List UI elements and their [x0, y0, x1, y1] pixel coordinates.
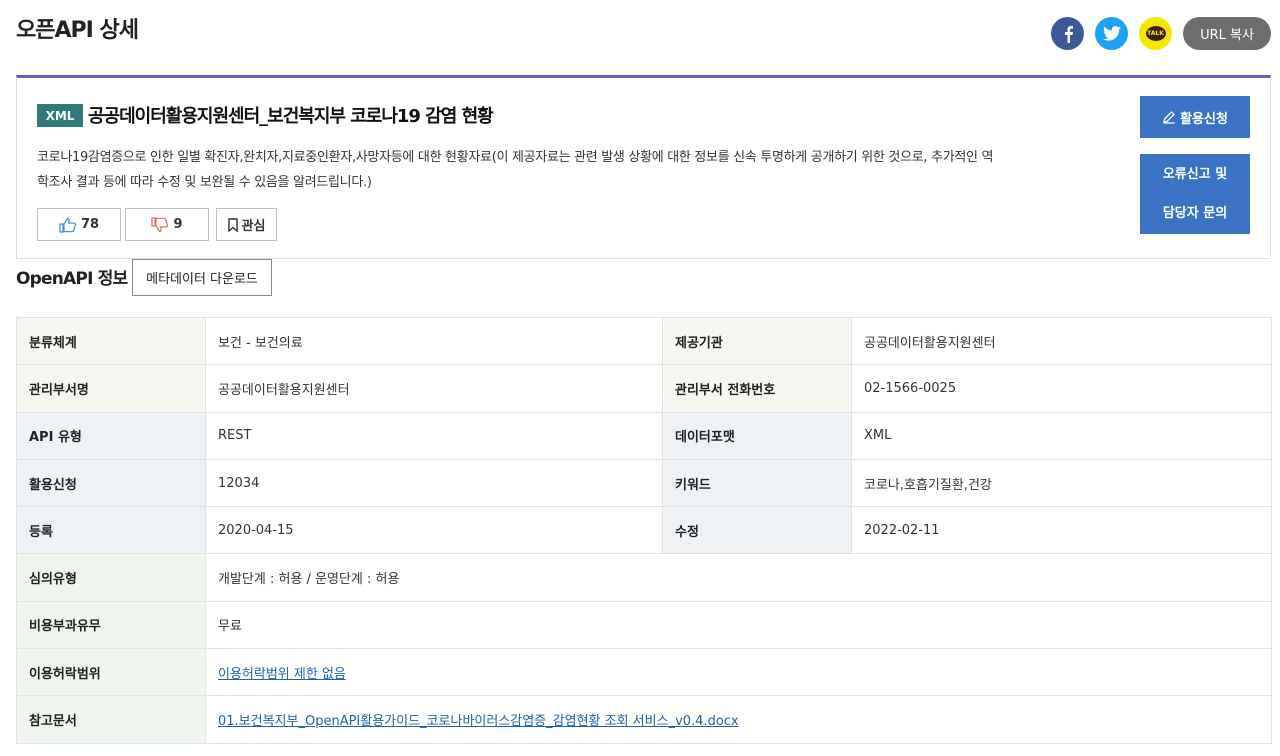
report-label-line1: 오류신고 및: [1162, 167, 1228, 182]
modified-value: 2022-02-11: [851, 506, 1272, 555]
keywords-label: 키워드: [662, 458, 852, 508]
phone-label: 관리부서 전화번호: [662, 364, 852, 413]
table-row: 등록 2020-04-15 수정 2022-02-11: [16, 506, 1272, 555]
thumbs-up-icon: [59, 217, 77, 233]
favorite-button[interactable]: 관심: [216, 208, 277, 241]
favorite-label: 관심: [241, 219, 266, 234]
metadata-download-button[interactable]: 메타데이터 다운로드: [132, 259, 272, 296]
like-count: 78: [80, 217, 100, 232]
modified-label: 수정: [662, 506, 852, 555]
dislike-button[interactable]: 9: [125, 208, 209, 241]
data-format-value: XML: [851, 411, 1272, 460]
api-description: 코로나19감염증으로 인한 일별 확진자,완치자,지료중인환자,사망자등에 대한…: [37, 150, 994, 190]
table-row: 참고문서 01.보건복지부_OpenAPI활용가이드_코로나바이러스감염증_감염…: [16, 695, 1272, 744]
registered-label: 등록: [16, 506, 206, 555]
report-label-line2: 담당자 문의: [1162, 206, 1228, 221]
apply-count-value: 12034: [205, 458, 663, 508]
provider-label: 제공기관: [662, 316, 852, 366]
section-title: OpenAPI 정보: [16, 269, 128, 289]
reference-cell: 01.보건복지부_OpenAPI활용가이드_코로나바이러스감염증_감염현황 조회…: [205, 695, 1272, 744]
data-format-label: 데이터포맷: [662, 411, 852, 460]
bookmark-icon: [227, 217, 238, 232]
license-cell: 이용허락범위 제한 없음: [205, 648, 1272, 697]
page-title: 오픈API 상세: [16, 18, 139, 43]
table-row: 관리부서명 공공데이터활용지원센터 관리부서 전화번호 02-1566-0025: [16, 364, 1272, 413]
category-value: 보건 - 보건의료: [205, 316, 663, 366]
apply-count-label: 활용신청: [16, 458, 206, 508]
reference-label: 참고문서: [16, 695, 206, 744]
facebook-share-button[interactable]: [1051, 17, 1084, 50]
phone-value: 02-1566-0025: [851, 364, 1272, 413]
fee-label: 비용부과유무: [16, 600, 206, 650]
table-row: API 유형 REST 데이터포맷 XML: [16, 411, 1272, 460]
table-row: 심의유형 개발단계 : 허용 / 운영단계 : 허용: [16, 553, 1272, 602]
apply-button[interactable]: 활용신청: [1140, 96, 1250, 138]
reference-doc-link[interactable]: 01.보건복지부_OpenAPI활용가이드_코로나바이러스감염증_감염현황 조회…: [218, 714, 739, 729]
api-type-label: API 유형: [16, 411, 206, 460]
dislike-count: 9: [173, 217, 183, 232]
registered-value: 2020-04-15: [205, 506, 663, 555]
openapi-info-table: 분류체계 보건 - 보건의료 제공기관 공공데이터활용지원센터 관리부서명 공공…: [16, 316, 1272, 744]
table-row: 이용허락범위 이용허락범위 제한 없음: [16, 648, 1272, 697]
url-copy-button[interactable]: URL 복사: [1183, 17, 1271, 50]
license-label: 이용허락범위: [16, 648, 206, 697]
dept-label: 관리부서명: [16, 364, 206, 413]
twitter-share-button[interactable]: [1095, 17, 1128, 50]
kakaotalk-icon: TALK: [1145, 26, 1166, 41]
table-row: 분류체계 보건 - 보건의료 제공기관 공공데이터활용지원센터: [16, 316, 1272, 366]
api-title: 공공데이터활용지원센터_보건복지부 코로나19 감염 현황: [88, 106, 494, 127]
format-badge: XML: [37, 104, 83, 127]
facebook-icon: [1064, 25, 1073, 43]
table-row: 활용신청 12034 키워드 코로나,호흡기질환,건강: [16, 458, 1272, 508]
keywords-value: 코로나,호흡기질환,건강: [851, 458, 1272, 508]
report-error-button[interactable]: 오류신고 및 담당자 문의: [1140, 154, 1250, 234]
pencil-icon: [1163, 111, 1175, 124]
kakaotalk-share-button[interactable]: TALK: [1139, 17, 1172, 50]
review-label: 심의유형: [16, 553, 206, 602]
like-button[interactable]: 78: [37, 208, 121, 241]
fee-value: 무료: [205, 600, 1272, 650]
api-summary-card: XML 공공데이터활용지원센터_보건복지부 코로나19 감염 현황 코로나19감…: [16, 75, 1271, 259]
api-type-value: REST: [205, 411, 663, 460]
review-value: 개발단계 : 허용 / 운영단계 : 허용: [205, 553, 1272, 602]
table-row: 비용부과유무 무료: [16, 600, 1272, 650]
dept-value: 공공데이터활용지원센터: [205, 364, 663, 413]
apply-label: 활용신청: [1180, 111, 1228, 127]
license-link[interactable]: 이용허락범위 제한 없음: [218, 667, 346, 682]
thumbs-down-icon: [151, 216, 169, 232]
provider-value: 공공데이터활용지원센터: [851, 316, 1272, 366]
twitter-icon: [1102, 26, 1121, 41]
category-label: 분류체계: [16, 316, 206, 366]
